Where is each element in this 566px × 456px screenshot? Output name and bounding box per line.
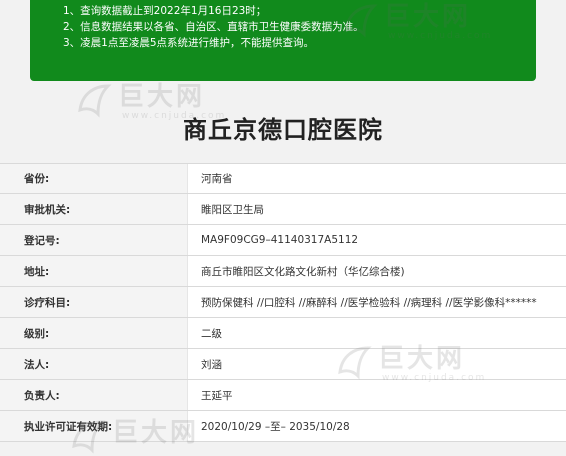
row-value: 预防保健科 //口腔科 //麻醉科 //医学检验科 //病理科 //医学影像科*… xyxy=(188,287,566,317)
notice-line-2: 2、信息数据结果以各省、自治区、直辖市卫生健康委数据为准。 xyxy=(63,21,364,33)
row-value: 河南省 xyxy=(188,164,566,193)
row-label: 登记号: xyxy=(0,225,188,255)
page-title: 商丘京德口腔医院 xyxy=(183,116,383,144)
table-row-registration-number: 登记号: MA9F09CG9–41140317A5112 xyxy=(0,225,566,256)
table-row-level: 级别: 二级 xyxy=(0,318,566,349)
table-row-person-in-charge: 负责人: 王延平 xyxy=(0,380,566,411)
table-row-address: 地址: 商丘市睢阳区文化路文化新村（华亿综合楼) xyxy=(0,256,566,287)
row-value: 2020/10/29 –至– 2035/10/28 xyxy=(188,411,566,441)
notice-line-3: 3、凌晨1点至凌晨5点系统进行维护，不能提供查询。 xyxy=(63,37,315,49)
row-label: 级别: xyxy=(0,318,188,348)
row-value: MA9F09CG9–41140317A5112 xyxy=(188,225,566,255)
row-value: 睢阳区卫生局 xyxy=(188,194,566,224)
info-table: 省份: 河南省 审批机关: 睢阳区卫生局 登记号: MA9F09CG9–4114… xyxy=(0,163,566,442)
row-label: 审批机关: xyxy=(0,194,188,224)
row-value: 王延平 xyxy=(188,380,566,410)
row-value: 刘涵 xyxy=(188,349,566,379)
table-row-approval-authority: 审批机关: 睢阳区卫生局 xyxy=(0,194,566,225)
row-label: 省份: xyxy=(0,164,188,193)
notice-banner: 1、查询数据截止到2022年1月16日23时； 2、信息数据结果以各省、自治区、… xyxy=(30,0,536,81)
table-row-province: 省份: 河南省 xyxy=(0,163,566,194)
table-row-legal-person: 法人: 刘涵 xyxy=(0,349,566,380)
notice-line-1: 1、查询数据截止到2022年1月16日23时； xyxy=(63,5,267,17)
row-label: 执业许可证有效期: xyxy=(0,411,188,441)
row-label: 诊疗科目: xyxy=(0,287,188,317)
table-row-license-validity: 执业许可证有效期: 2020/10/29 –至– 2035/10/28 xyxy=(0,411,566,442)
table-row-departments: 诊疗科目: 预防保健科 //口腔科 //麻醉科 //医学检验科 //病理科 //… xyxy=(0,287,566,318)
page: { "notice": { "lines": [ "1、查询数据截止到2022年… xyxy=(0,0,566,454)
row-value: 商丘市睢阳区文化路文化新村（华亿综合楼) xyxy=(188,256,566,286)
row-label: 地址: xyxy=(0,256,188,286)
row-label: 法人: xyxy=(0,349,188,379)
watermark-brand: 巨大网 xyxy=(118,82,206,112)
row-label: 负责人: xyxy=(0,380,188,410)
row-value: 二级 xyxy=(188,318,566,348)
